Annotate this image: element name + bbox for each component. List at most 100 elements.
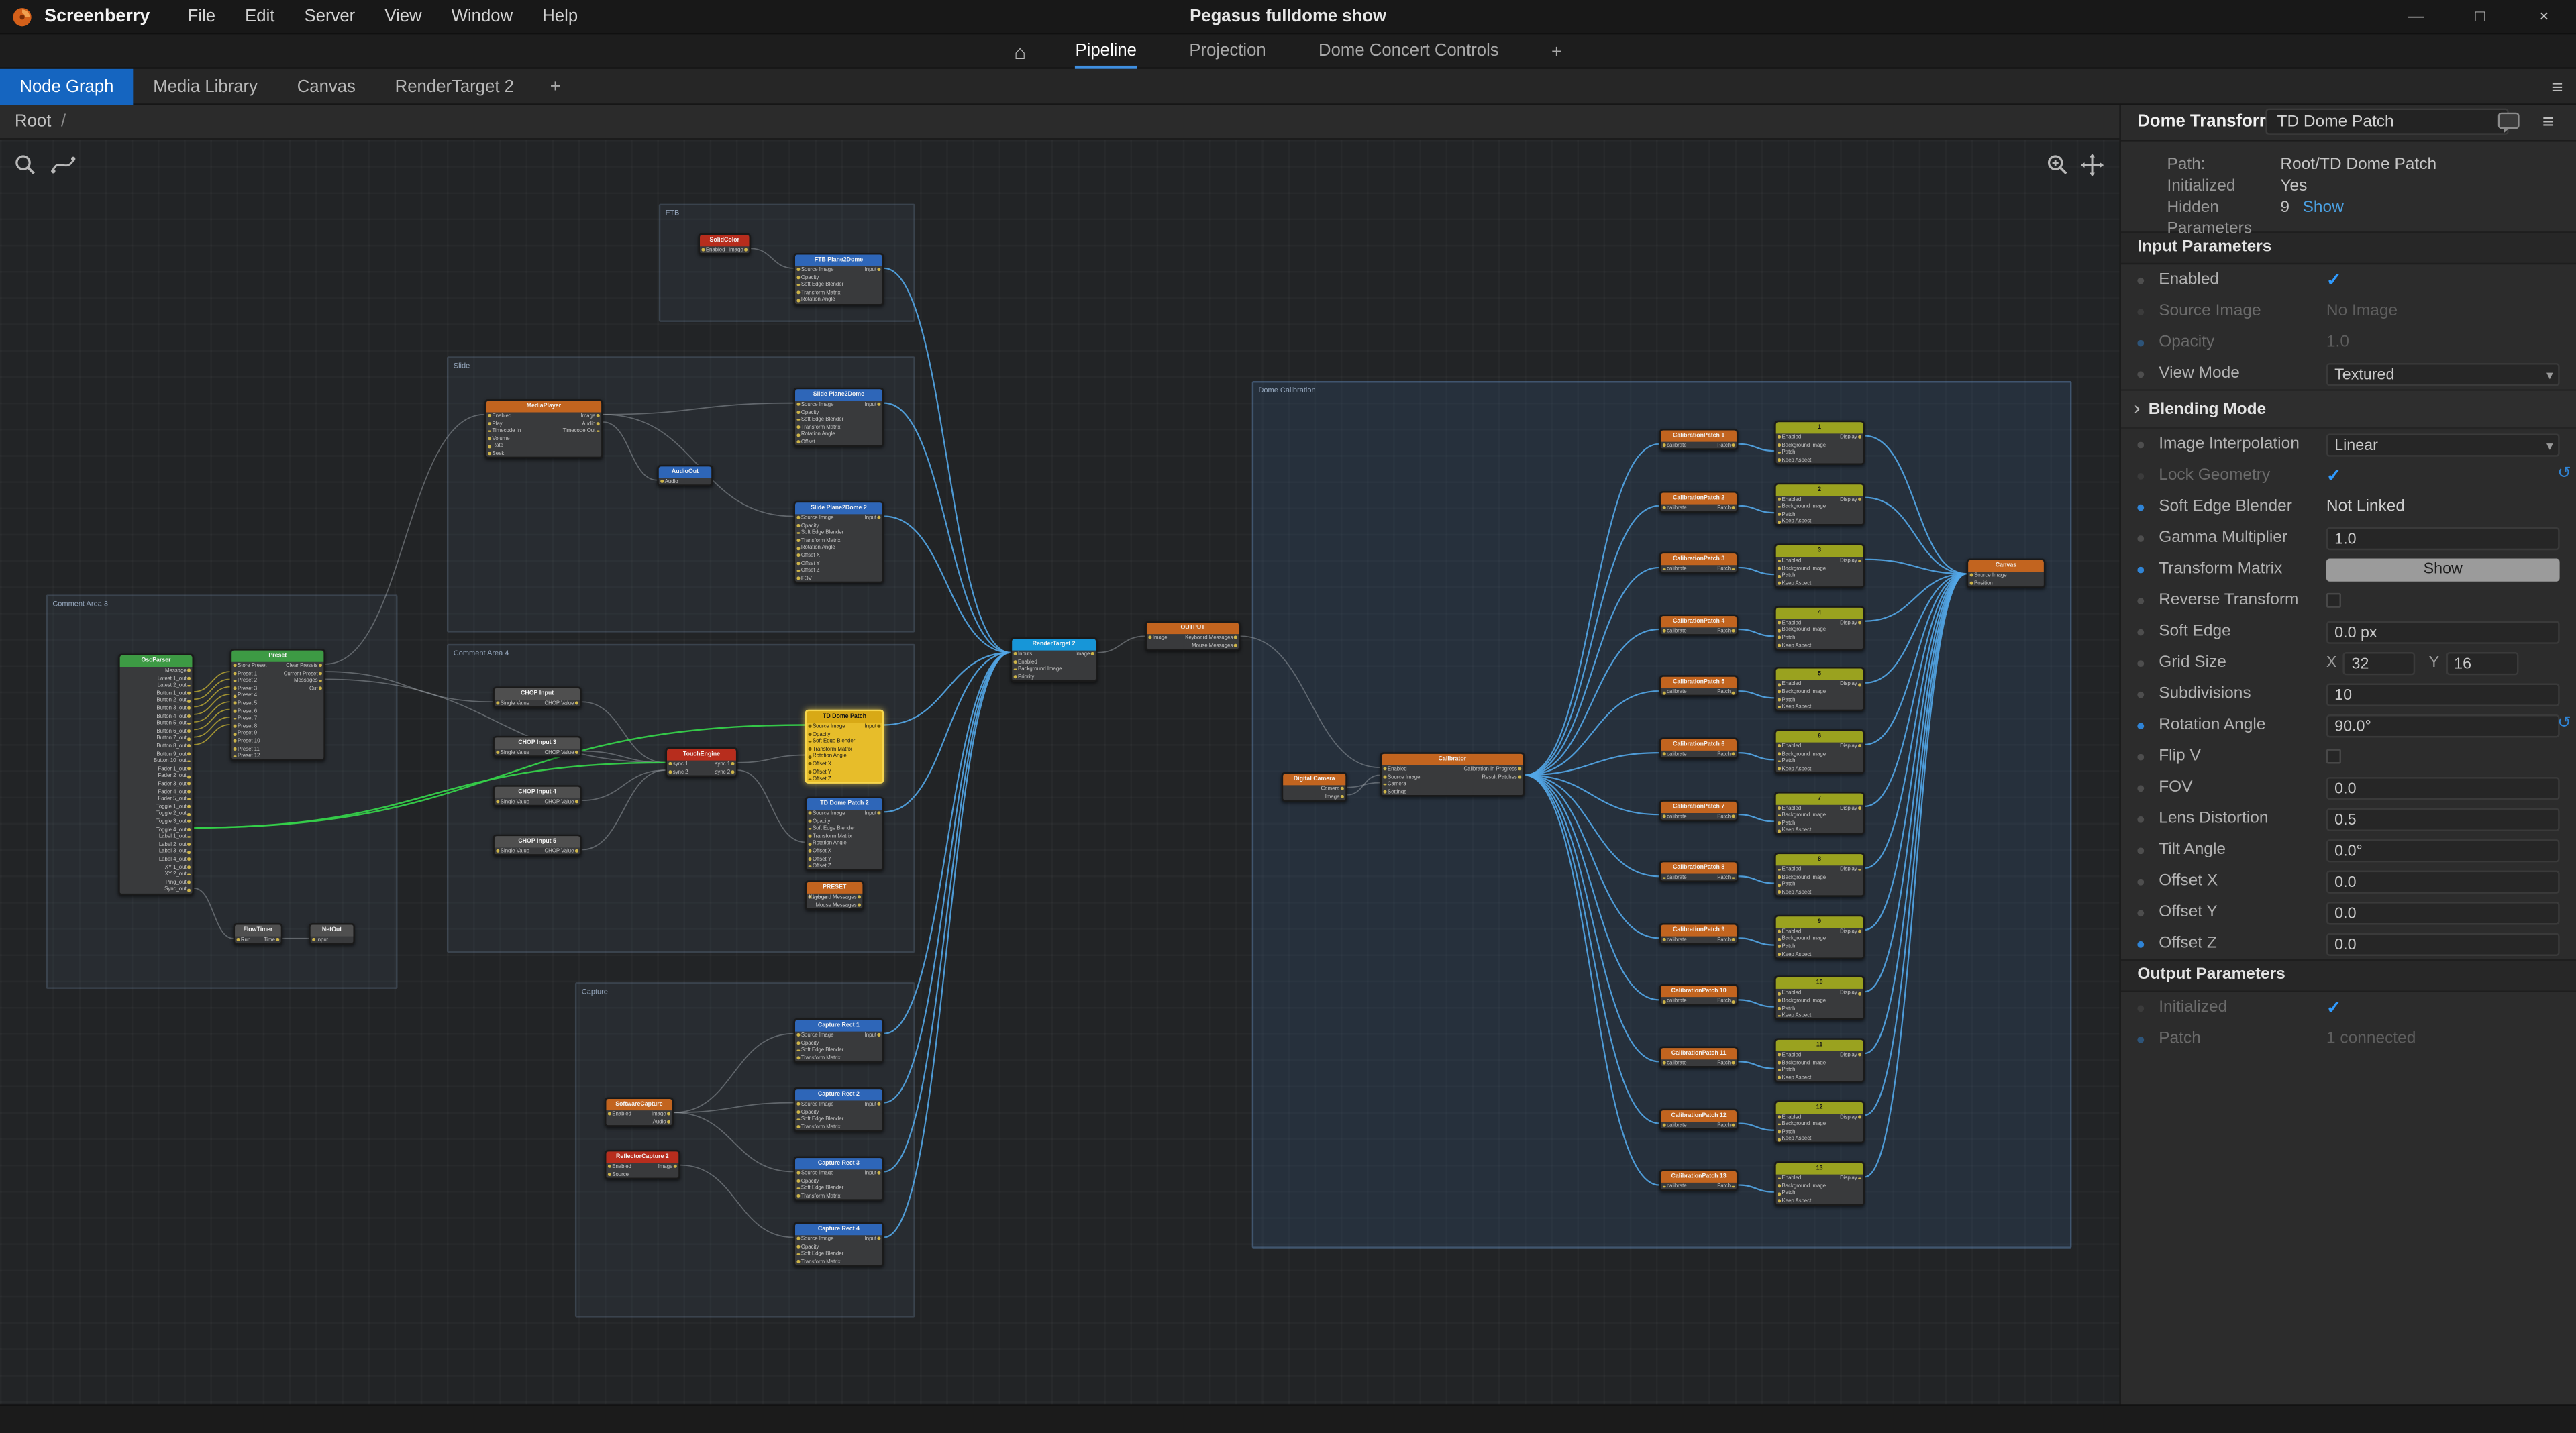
port-input[interactable]: Keep Aspect — [1776, 1074, 1863, 1081]
port-output[interactable]: XY 1_out — [120, 863, 193, 871]
add-pipeline-tab-button[interactable]: + — [1551, 42, 1562, 61]
graph-node-capture-rect-4[interactable]: Capture Rect 4Source ImageOpacitySoft Ed… — [794, 1222, 884, 1267]
port-output[interactable]: Input — [795, 1169, 882, 1177]
checkbox-checked[interactable]: ✓ — [2326, 270, 2342, 291]
port-output[interactable]: Timecode Out — [486, 427, 601, 435]
graph-node-preset[interactable]: PRESETImageKeyboard MessagesMouse Messag… — [805, 880, 864, 909]
port-output[interactable]: Patch — [1661, 566, 1737, 573]
port-output[interactable]: Button 10_out — [120, 757, 193, 765]
port-input[interactable]: Background Image — [1776, 565, 1863, 572]
graph-node-oscparser[interactable]: OscParserMessageLatest 1_outLatest 2_out… — [118, 653, 194, 894]
port-output[interactable]: Patch — [1661, 1059, 1737, 1067]
port-input[interactable]: Keep Aspect — [1776, 889, 1863, 896]
close-button[interactable]: × — [2512, 8, 2576, 26]
port-output[interactable]: Input — [807, 810, 882, 817]
port-input[interactable]: Patch — [1776, 696, 1863, 703]
graph-node-audioout[interactable]: AudioOutAudio — [657, 465, 713, 486]
port-input[interactable]: Soft Edge Blender — [807, 825, 882, 833]
add-view-tab-button[interactable]: + — [533, 69, 577, 105]
port-input[interactable]: Preset 10 — [231, 737, 323, 745]
port-input[interactable]: Soft Edge Blender — [795, 281, 882, 288]
graph-node-3[interactable]: 3EnabledBackground ImagePatchKeep Aspect… — [1774, 544, 1865, 588]
port-input[interactable]: Offset Z — [807, 776, 882, 783]
port-input[interactable]: Patch — [1776, 757, 1863, 765]
port-output[interactable]: Camera — [1283, 785, 1345, 792]
port-input[interactable]: Offset X — [807, 847, 882, 855]
port-output[interactable]: Button 8_out — [120, 743, 193, 750]
graph-node-calibrationpatch-8[interactable]: CalibrationPatch 8calibratePatch — [1659, 861, 1739, 882]
graph-node-chop-input-5[interactable]: CHOP Input 5Single ValueCHOP Value — [493, 835, 582, 856]
port-input[interactable]: Keep Aspect — [1776, 1136, 1863, 1143]
port-output[interactable]: Display — [1776, 928, 1863, 935]
port-input[interactable]: Rate — [486, 443, 601, 450]
graph-node-touchengine[interactable]: TouchEnginesync 1sync 2sync 1sync 2 — [666, 747, 738, 776]
view-tab-node-graph[interactable]: Node Graph — [0, 69, 134, 105]
port-output[interactable]: Input — [795, 401, 882, 408]
graph-node-7[interactable]: 7EnabledBackground ImagePatchKeep Aspect… — [1774, 791, 1865, 835]
port-input[interactable]: Volume — [486, 435, 601, 442]
port-input[interactable]: Offset — [795, 439, 882, 446]
port-output[interactable]: Toggle 2_out — [120, 810, 193, 818]
port-output[interactable]: Display — [1776, 990, 1863, 997]
port-output[interactable]: Display — [1776, 1175, 1863, 1182]
port-input[interactable]: Keep Aspect — [1776, 518, 1863, 525]
graph-node-calibrationpatch-12[interactable]: CalibrationPatch 12calibratePatch — [1659, 1108, 1739, 1130]
param-input-offset-x[interactable]: 0.0 — [2326, 869, 2560, 892]
curve-tool-icon[interactable] — [51, 153, 76, 178]
graph-node-chop-input-4[interactable]: CHOP Input 4Single ValueCHOP Value — [493, 785, 582, 806]
port-output[interactable]: Input — [795, 1100, 882, 1108]
port-input[interactable]: Transform Matrix — [795, 1258, 882, 1265]
port-output[interactable]: Image — [1283, 793, 1345, 800]
port-input[interactable]: Input — [311, 937, 354, 944]
port-output[interactable]: Display — [1776, 495, 1863, 502]
port-output[interactable]: Button 6_out — [120, 727, 193, 735]
port-output[interactable]: Image — [486, 413, 601, 420]
port-input[interactable]: Preset 5 — [231, 700, 323, 707]
graph-node-capture-rect-3[interactable]: Capture Rect 3Source ImageOpacitySoft Ed… — [794, 1157, 884, 1201]
checkbox-checked[interactable]: ✓ — [2326, 997, 2342, 1018]
port-input[interactable]: Soft Edge Blender — [795, 1185, 882, 1192]
port-output[interactable]: Calibration In Progress — [1382, 765, 1523, 773]
port-input[interactable]: Keep Aspect — [1776, 765, 1863, 772]
graph-node-softwarecapture[interactable]: SoftwareCaptureEnabledImageAudio — [605, 1098, 674, 1126]
port-output[interactable]: Out — [231, 684, 323, 692]
param-input-gamma-multiplier[interactable]: 1.0 — [2326, 527, 2560, 549]
port-input[interactable]: Opacity — [795, 409, 882, 416]
port-output[interactable]: Fader 3_out — [120, 780, 193, 788]
port-input[interactable]: Offset Y — [807, 768, 882, 776]
port-output[interactable]: Latest 2_out — [120, 682, 193, 690]
graph-node-output[interactable]: OUTPUTImageKeyboard MessagesMouse Messag… — [1145, 621, 1241, 649]
menu-view[interactable]: View — [384, 7, 421, 26]
tab-projection[interactable]: Projection — [1189, 34, 1266, 68]
port-output[interactable]: CHOP Value — [495, 700, 580, 707]
port-input[interactable]: Source — [606, 1171, 678, 1178]
port-input[interactable]: Enabled — [1012, 658, 1096, 666]
port-output[interactable]: Mouse Messages — [1147, 641, 1239, 649]
port-input[interactable]: Opacity — [807, 817, 882, 825]
param-select-image-interpolation[interactable]: Linear▾ — [2326, 433, 2560, 456]
port-input[interactable]: Transform Matrix — [795, 1123, 882, 1130]
port-input[interactable]: Background Image — [1776, 997, 1863, 1004]
port-output[interactable]: Patch — [1661, 1121, 1737, 1128]
maximize-button[interactable]: □ — [2448, 8, 2512, 26]
port-input[interactable]: Background Image — [1776, 441, 1863, 449]
graph-node-11[interactable]: 11EnabledBackground ImagePatchKeep Aspec… — [1774, 1038, 1865, 1082]
port-input[interactable]: Soft Edge Blender — [795, 529, 882, 537]
port-input[interactable]: Background Image — [1776, 1120, 1863, 1128]
port-input[interactable]: Background Image — [1776, 503, 1863, 511]
port-input[interactable]: Soft Edge Blender — [807, 738, 882, 745]
graph-node-6[interactable]: 6EnabledBackground ImagePatchKeep Aspect… — [1774, 729, 1865, 774]
port-input[interactable]: Patch — [1776, 1066, 1863, 1073]
port-input[interactable]: Rotation Angle — [795, 544, 882, 551]
port-output[interactable]: Button 9_out — [120, 750, 193, 757]
graph-node-mediaplayer[interactable]: MediaPlayerEnabledPlayTimecode InVolumeR… — [484, 399, 603, 458]
port-output[interactable]: Patch — [1661, 504, 1737, 511]
port-input[interactable]: Priority — [1012, 673, 1096, 680]
port-output[interactable]: Patch — [1661, 751, 1737, 758]
port-output[interactable]: Button 2_out — [120, 697, 193, 704]
port-input[interactable]: Soft Edge Blender — [795, 416, 882, 423]
port-input[interactable]: Rotation Angle — [795, 297, 882, 304]
port-input[interactable]: Patch — [1776, 819, 1863, 827]
graph-node-13[interactable]: 13EnabledBackground ImagePatchKeep Aspec… — [1774, 1161, 1865, 1206]
view-tab-canvas[interactable]: Canvas — [277, 69, 375, 105]
